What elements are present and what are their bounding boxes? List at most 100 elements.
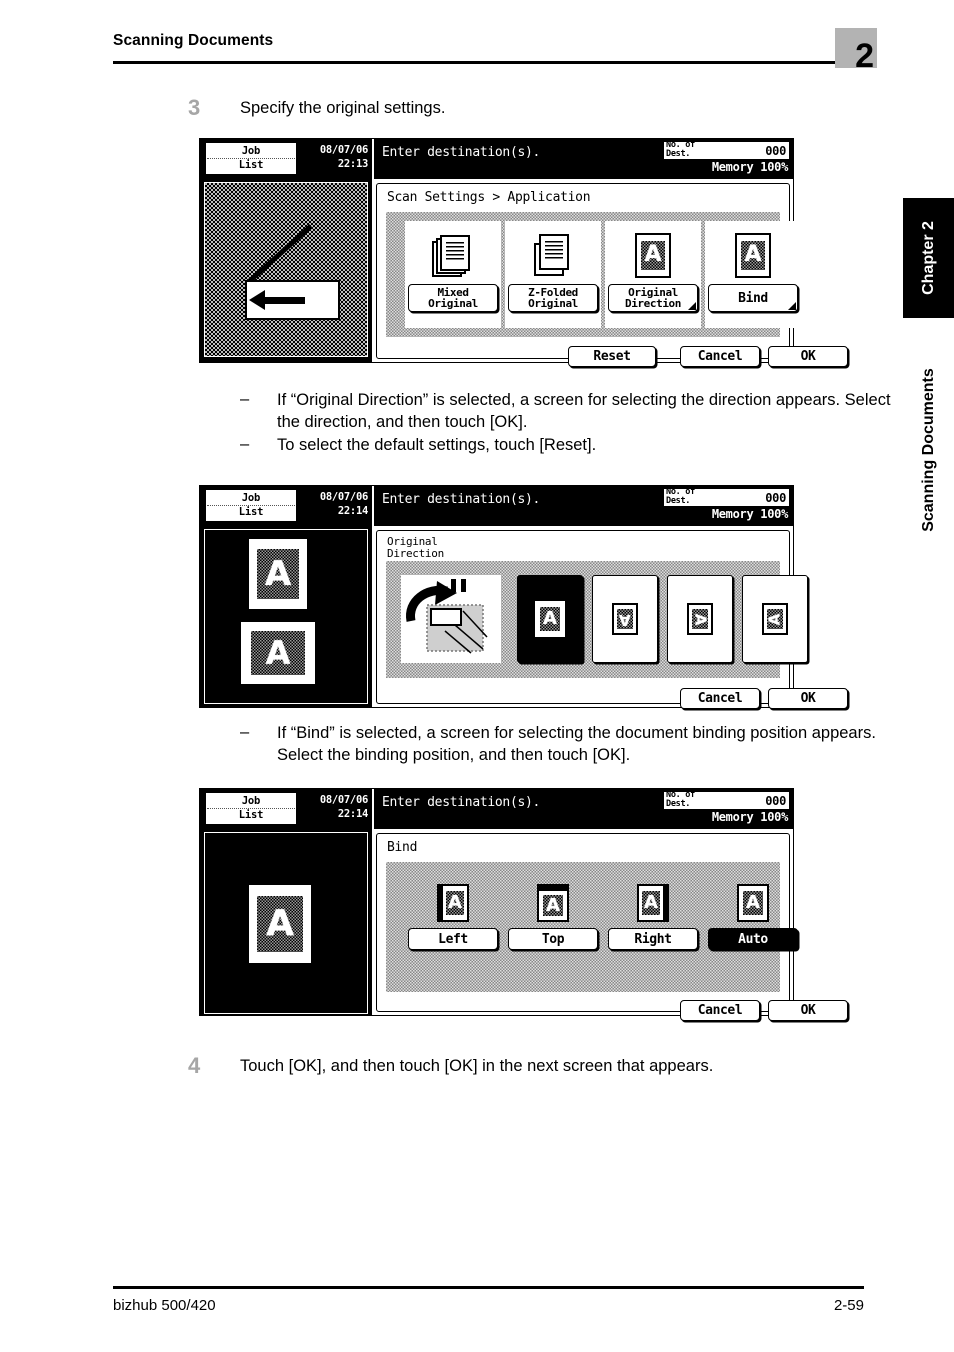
bind-left-button[interactable]: Left xyxy=(408,928,498,950)
ok-button[interactable]: OK xyxy=(768,346,848,367)
cancel-button[interactable]: Cancel xyxy=(680,688,760,709)
cancel-button[interactable]: Cancel xyxy=(680,1000,760,1021)
direction-option-area: A A A A xyxy=(386,561,808,678)
dest-value: 000 xyxy=(765,794,786,808)
chapter-number: 2 xyxy=(855,37,874,75)
application-tile-area: Mixed Original Z-Folded Original A Origi… xyxy=(386,212,801,337)
orientation-bottom-up-button[interactable]: A xyxy=(592,575,658,663)
original-direction-icon: A xyxy=(635,233,671,278)
z-folded-original-button[interactable]: Z-Folded Original xyxy=(508,284,598,312)
rotate-hand-icon xyxy=(406,579,488,654)
dest-label: No. of Dest. xyxy=(666,790,695,809)
bullet-dash: – xyxy=(240,390,250,408)
orientation-top-up-button[interactable]: A xyxy=(517,575,583,663)
cancel-button[interactable]: Cancel xyxy=(680,346,760,367)
mixed-original-label-2: Original xyxy=(428,297,478,310)
single-sheet-preview: A xyxy=(204,832,368,1014)
reset-button[interactable]: Reset xyxy=(568,346,656,367)
mixed-original-icon xyxy=(432,233,474,278)
bind-button[interactable]: Bind xyxy=(708,284,798,312)
topbar-divider xyxy=(372,139,374,179)
step-3-number: 3 xyxy=(188,95,201,120)
cancel-label: Cancel xyxy=(697,349,743,364)
breadcrumb-line1: Original xyxy=(387,535,438,548)
step-4-text: Touch [OK], and then touch [OK] in the n… xyxy=(240,1057,714,1075)
bind-top-label: Top xyxy=(541,931,565,947)
preview-sheet-portrait: A xyxy=(249,539,307,609)
application-content-pane: Scan Settings > Application Mixed Origin… xyxy=(376,183,848,367)
original-direction-button[interactable]: Original Direction xyxy=(608,284,698,312)
lcd-screen-original-direction[interactable]: Job List 08/07/06 22:14 Enter destinatio… xyxy=(199,485,848,709)
preview-arrow-box xyxy=(245,280,340,320)
bind-auto-icon: A xyxy=(737,884,769,922)
preview-pane-bind: A xyxy=(200,829,372,1015)
direction-content-pane: Original Direction A A A A Cancel OK xyxy=(376,530,848,709)
tile-z-folded-original[interactable]: Z-Folded Original xyxy=(505,221,601,328)
bind-top-button[interactable]: Top xyxy=(508,928,598,950)
orientation-right-icon: A xyxy=(762,603,788,635)
job-list-button[interactable]: Job List xyxy=(206,490,296,521)
destination-count-box: No. of Dest. 000 xyxy=(664,141,789,159)
status-message: Enter destination(s). xyxy=(382,145,541,160)
destination-count-box: No. of Dest. 000 xyxy=(664,488,789,506)
header-rule xyxy=(113,61,864,64)
bullets-original-direction: – If “Original Direction” is selected, a… xyxy=(240,390,910,457)
step-3-text: Specify the original settings. xyxy=(240,99,446,117)
bind-option-left[interactable]: A Left xyxy=(405,884,501,960)
rotate-hand-illustration xyxy=(401,575,501,663)
orientation-top-up-icon: A xyxy=(535,601,565,637)
ok-label: OK xyxy=(800,349,816,364)
date-text: 08/07/06 xyxy=(319,144,368,156)
footer-rule xyxy=(113,1286,864,1289)
two-sheets-preview: A A xyxy=(204,529,368,704)
tile-bind[interactable]: A Bind xyxy=(705,221,801,328)
lcd-screen-bind[interactable]: Job List 08/07/06 22:14 Enter destinatio… xyxy=(199,788,848,1021)
memory-status: Memory 100% xyxy=(711,160,788,174)
job-list-button[interactable]: Job List xyxy=(206,793,296,824)
lcd-topbar: Job List 08/07/06 22:13 Enter destinatio… xyxy=(200,139,793,179)
dest-value: 000 xyxy=(765,144,786,158)
breadcrumb: Original Direction xyxy=(387,536,444,559)
bind-option-auto[interactable]: A Auto xyxy=(705,884,801,960)
page-title: Scanning Documents xyxy=(113,32,274,49)
datetime-display: 08/07/06 22:14 xyxy=(300,793,368,821)
bind-auto-label: Auto xyxy=(738,931,768,947)
cancel-label: Cancel xyxy=(697,1003,743,1018)
job-list-label-line2: List xyxy=(238,159,264,171)
preview-pane-direction: A A xyxy=(200,526,372,707)
orientation-left-button[interactable]: A xyxy=(667,575,733,663)
bind-option-right[interactable]: A Right xyxy=(605,884,701,960)
orientation-right-button[interactable]: A xyxy=(742,575,808,663)
bullet-text: If “Original Direction” is selected, a s… xyxy=(277,391,891,431)
preview-sheet-landscape: A xyxy=(241,622,315,684)
bind-top-icon: A xyxy=(537,884,569,922)
chapter-side-tab: Chapter 2 xyxy=(903,198,954,318)
job-list-label-line1: Job xyxy=(207,795,295,809)
job-list-label-line1: Job xyxy=(207,492,295,506)
job-list-button[interactable]: Job List xyxy=(206,143,296,174)
chapter-side-tab-label: Chapter 2 xyxy=(919,221,937,295)
bind-auto-button[interactable]: Auto xyxy=(708,928,798,950)
bind-icon: A xyxy=(735,233,771,278)
lcd-screen-application[interactable]: Job List 08/07/06 22:13 Enter destinatio… xyxy=(199,138,848,367)
bind-option-top[interactable]: A Top xyxy=(505,884,601,960)
topbar-divider xyxy=(372,789,374,829)
date-text: 08/07/06 xyxy=(319,491,368,503)
topbar-divider xyxy=(372,486,374,526)
bind-right-button[interactable]: Right xyxy=(608,928,698,950)
tile-original-direction[interactable]: A Original Direction xyxy=(605,221,701,328)
z-folded-label-2: Original xyxy=(528,297,578,310)
lcd-topbar: Job List 08/07/06 22:14 Enter destinatio… xyxy=(200,486,793,526)
ok-button[interactable]: OK xyxy=(768,688,848,709)
tile-mixed-original[interactable]: Mixed Original xyxy=(405,221,501,328)
preview-pane-application xyxy=(200,179,372,362)
chapter-badge: 2 xyxy=(835,28,877,73)
lcd-topbar: Job List 08/07/06 22:14 Enter destinatio… xyxy=(200,789,793,829)
bind-label: Bind xyxy=(738,290,768,306)
bullet-dash: – xyxy=(240,434,250,453)
page-header: Scanning Documents 2 xyxy=(113,28,877,73)
section-side-label: Scanning Documents xyxy=(903,345,954,555)
mixed-original-button[interactable]: Mixed Original xyxy=(408,284,498,312)
ok-button[interactable]: OK xyxy=(768,1000,848,1021)
destination-count-box: No. of Dest. 000 xyxy=(664,790,789,809)
